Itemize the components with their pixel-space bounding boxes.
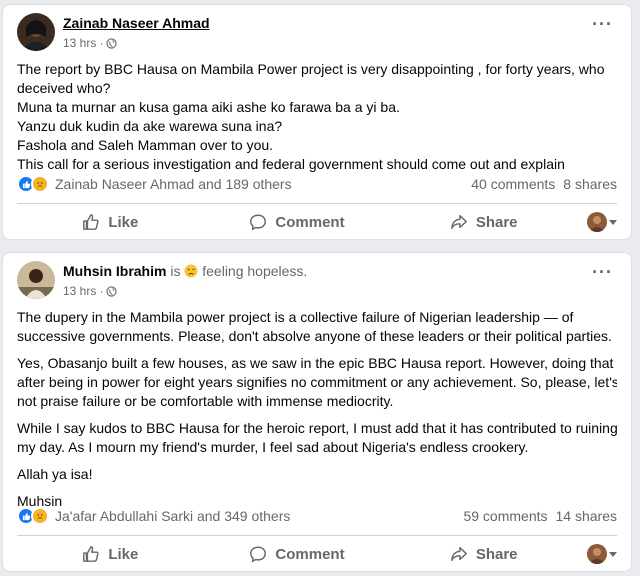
share-icon: [450, 214, 467, 230]
author-line: Zainab Naseer Ahmad: [63, 15, 210, 31]
post-paragraph: The dupery in the Mambila power project …: [17, 308, 617, 346]
sad-reaction-icon: [31, 507, 49, 525]
reaction-as-selector[interactable]: [577, 212, 618, 232]
feeling-status[interactable]: feeling hopeless.: [202, 263, 307, 279]
like-label: Like: [108, 213, 139, 231]
reactions-bar: Zainab Naseer Ahmad and 189 others 40 co…: [17, 173, 617, 195]
post-text-line: Yanzu duk kudin da ake warewa suna ina?: [17, 118, 283, 134]
share-label: Share: [475, 545, 518, 563]
chevron-down-icon: [609, 551, 618, 557]
reactions-bar: Ja'afar Abdullahi Sarki and 349 others 5…: [17, 505, 617, 527]
post-text-line: The report by BBC Hausa on Mambila Power…: [17, 61, 605, 77]
share-label: Share: [475, 213, 518, 231]
engagement-counts: 59 comments 14 shares: [463, 508, 617, 524]
avatar[interactable]: [17, 261, 55, 299]
hopeless-emoji-icon: [184, 264, 198, 278]
news-feed: Zainab Naseer Ahmad 13 hrs · ··· The rep…: [0, 0, 640, 576]
reaction-as-selector[interactable]: [577, 544, 618, 564]
post-header: Muhsin Ibrahim is feeling hopeless. 13 h…: [3, 253, 631, 309]
avatar: [587, 544, 608, 564]
comments-count[interactable]: 40 comments: [471, 176, 555, 192]
share-icon: [450, 546, 467, 562]
author-line: Muhsin Ibrahim is feeling hopeless.: [63, 263, 307, 279]
reactions-summary[interactable]: Zainab Naseer Ahmad and 189 others: [55, 176, 292, 192]
post-text-line: not praise failure or be comfortable wit…: [17, 393, 394, 409]
avatar[interactable]: [17, 13, 55, 51]
post-text-line: Allah ya isa!: [17, 466, 93, 482]
shares-count[interactable]: 14 shares: [556, 508, 617, 524]
thumbs-up-icon: [83, 214, 99, 230]
post-paragraph: Yes, Obasanjo built a few houses, as we …: [17, 354, 617, 411]
post-paragraph: Allah ya isa!: [17, 465, 617, 484]
shares-count[interactable]: 8 shares: [563, 176, 617, 192]
status-prefix: is: [170, 263, 181, 279]
post-meta: 13 hrs ·: [63, 36, 117, 50]
post-body: The report by BBC Hausa on Mambila Power…: [3, 60, 631, 174]
post-text-line: Muna ta murnar an kusa gama aiki ashe ko…: [17, 99, 400, 115]
reactions-summary[interactable]: Ja'afar Abdullahi Sarki and 349 others: [55, 508, 290, 524]
like-label: Like: [108, 545, 139, 563]
post-text-line: The dupery in the Mambila power project …: [17, 309, 574, 325]
post-meta: 13 hrs ·: [63, 284, 117, 298]
post-header: Zainab Naseer Ahmad 13 hrs · ···: [3, 5, 631, 61]
like-button[interactable]: Like: [17, 536, 204, 572]
comment-icon: [250, 214, 267, 231]
share-button[interactable]: Share: [390, 204, 577, 240]
post-paragraph: While I say kudos to BBC Hausa for the h…: [17, 419, 617, 457]
author-name[interactable]: Zainab Naseer Ahmad: [63, 15, 210, 31]
post-time[interactable]: 13 hrs ·: [63, 284, 104, 298]
post-card: Zainab Naseer Ahmad 13 hrs · ··· The rep…: [2, 4, 632, 240]
globe-icon: [106, 285, 117, 297]
sad-reaction-icon: [31, 175, 49, 193]
post-actions: Like Comment Share: [17, 536, 618, 572]
post-text-line: This call for a serious investigation an…: [17, 156, 565, 172]
post-time[interactable]: 13 hrs ·: [63, 36, 104, 50]
post-card: Muhsin Ibrahim is feeling hopeless. 13 h…: [2, 252, 632, 572]
post-actions: Like Comment Share: [17, 204, 618, 240]
post-text-line: my day. As I mourn my friend's murder, I…: [17, 439, 529, 455]
globe-icon: [106, 37, 117, 49]
comments-count[interactable]: 59 comments: [463, 508, 547, 524]
post-body: The dupery in the Mambila power project …: [3, 308, 631, 519]
more-options-icon[interactable]: ···: [592, 15, 613, 33]
engagement-counts: 40 comments 8 shares: [471, 176, 617, 192]
post-text-line: Yes, Obasanjo built a few houses, as we …: [17, 355, 614, 371]
chevron-down-icon: [609, 219, 618, 225]
more-options-icon[interactable]: ···: [592, 263, 613, 281]
comment-button[interactable]: Comment: [204, 536, 391, 572]
thumbs-up-icon: [83, 546, 99, 562]
post-text-line: deceived who?: [17, 80, 111, 96]
reaction-icons[interactable]: [17, 507, 49, 525]
comment-label: Comment: [275, 213, 345, 231]
avatar: [587, 212, 608, 232]
share-button[interactable]: Share: [390, 536, 577, 572]
like-button[interactable]: Like: [17, 204, 204, 240]
reaction-icons[interactable]: [17, 175, 49, 193]
comment-label: Comment: [275, 545, 345, 563]
post-text-line: While I say kudos to BBC Hausa for the h…: [17, 420, 617, 436]
post-text-line: after being in power for eight years sig…: [17, 374, 617, 390]
post-text-line: Fashola and Saleh Mamman over to you.: [17, 137, 274, 153]
post-text-line: successive governments. Please, don't ab…: [17, 328, 612, 344]
comment-icon: [250, 546, 267, 563]
author-name[interactable]: Muhsin Ibrahim: [63, 263, 166, 279]
comment-button[interactable]: Comment: [204, 204, 391, 240]
